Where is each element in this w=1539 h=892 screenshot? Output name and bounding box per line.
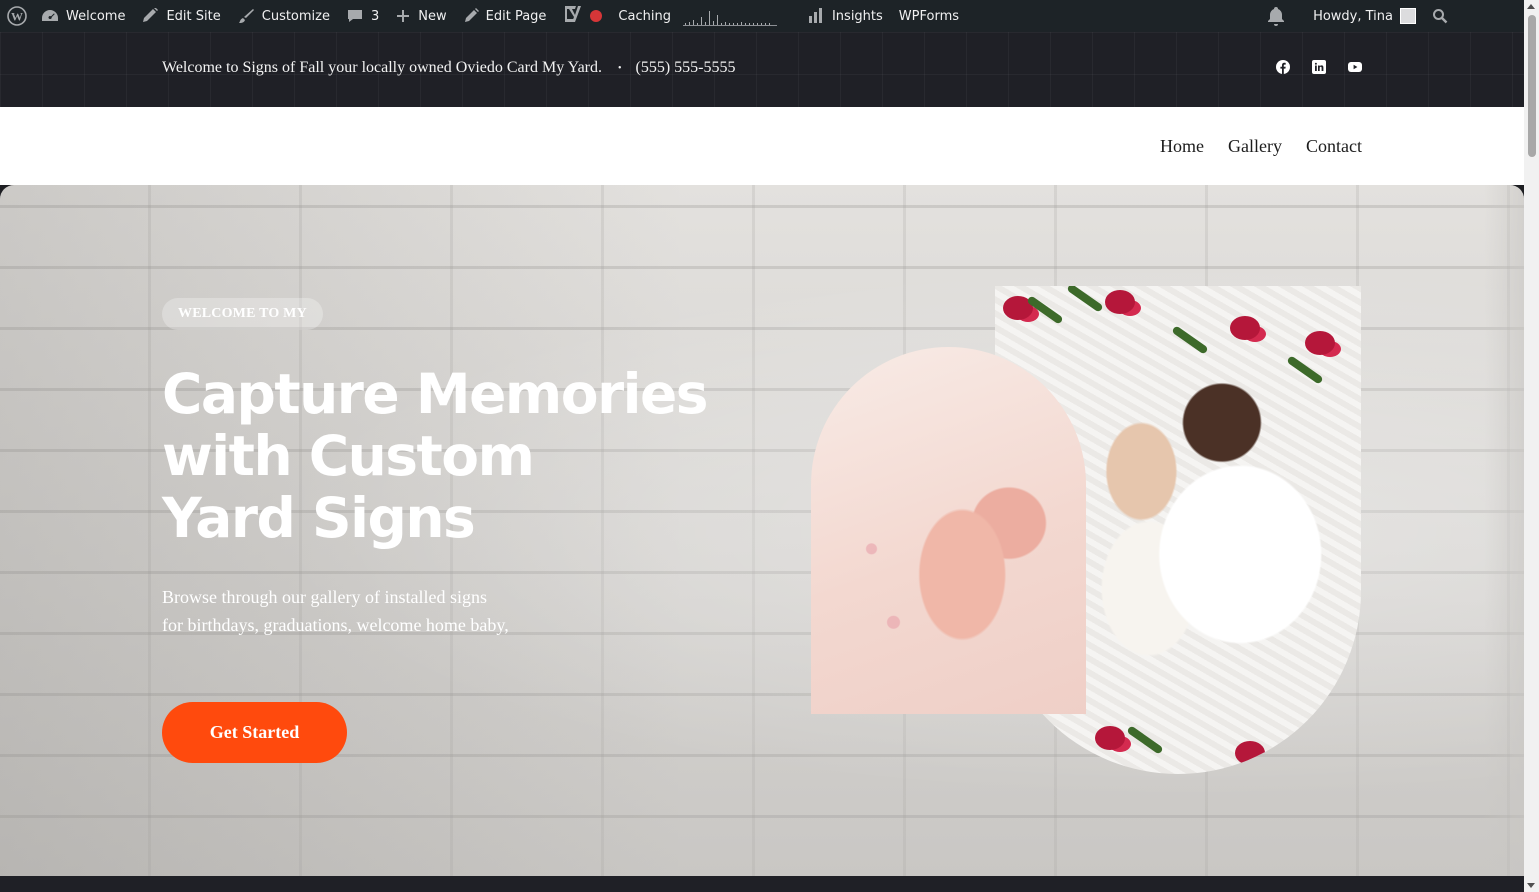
scroll-up-icon[interactable]	[1527, 4, 1535, 9]
hero-description: Browse through our gallery of installed …	[162, 583, 522, 639]
howdy-label: Howdy, Tina	[1313, 8, 1393, 24]
record-dot-icon	[590, 10, 603, 22]
phone-number[interactable]: (555) 555-5555	[636, 59, 736, 77]
avatar	[1400, 8, 1416, 24]
nav-gallery[interactable]: Gallery	[1228, 136, 1282, 157]
get-started-button[interactable]: Get Started	[162, 702, 347, 763]
paintbrush-icon	[237, 8, 255, 24]
adminbar-comments-count: 3	[371, 8, 380, 24]
brush-icon	[141, 8, 159, 24]
adminbar-search-icon[interactable]	[1424, 0, 1524, 32]
adminbar-customize[interactable]: Customize	[229, 0, 338, 32]
adminbar-customize-label: Customize	[261, 8, 330, 24]
wp-admin-bar: W Welcome Edit Site Customize 3 New Edit…	[0, 0, 1524, 32]
scroll-thumb[interactable]	[1528, 15, 1536, 157]
description-line-1: Browse through our gallery of installed …	[162, 587, 487, 607]
top-info-text: Welcome to Signs of Fall your locally ow…	[162, 59, 736, 77]
hero-section: WELCOME TO MY Capture Memories with Cust…	[0, 185, 1524, 876]
pencil-icon	[463, 8, 479, 24]
comment-icon	[346, 8, 364, 24]
adminbar-welcome-label: Welcome	[66, 8, 126, 24]
traffic-sparkline	[682, 6, 777, 26]
adminbar-edit-site-label: Edit Site	[166, 8, 221, 24]
next-section-edge	[0, 876, 1524, 892]
bar-chart-icon	[807, 8, 825, 24]
scroll-down-icon[interactable]	[1527, 883, 1535, 888]
baby-feet-photo	[811, 347, 1086, 714]
social-links	[1276, 60, 1362, 74]
plus-icon	[395, 8, 411, 24]
adminbar-wpforms-label: WPForms	[898, 8, 960, 24]
adminbar-edit-site[interactable]: Edit Site	[133, 0, 228, 32]
headline-line-3: Yard Signs	[162, 486, 476, 550]
adminbar-welcome[interactable]: Welcome	[33, 0, 133, 32]
linkedin-icon[interactable]	[1312, 60, 1326, 74]
svg-text:W: W	[11, 10, 23, 24]
adminbar-insights[interactable]: Insights	[799, 0, 891, 32]
top-info-bar: Welcome to Signs of Fall your locally ow…	[0, 32, 1524, 107]
notifications-bell-icon[interactable]	[1259, 0, 1305, 32]
adminbar-wpforms[interactable]: WPForms	[891, 0, 967, 32]
page-scrollbar[interactable]	[1524, 0, 1539, 892]
adminbar-edit-page[interactable]: Edit Page	[455, 0, 555, 32]
main-navigation: Home Gallery Contact	[1160, 136, 1362, 157]
welcome-message: Welcome to Signs of Fall your locally ow…	[162, 59, 602, 76]
adminbar-caching-label: Caching	[618, 8, 671, 24]
facebook-icon[interactable]	[1276, 60, 1290, 74]
headline-line-2: with Custom	[162, 424, 535, 488]
adminbar-account[interactable]: Howdy, Tina	[1305, 0, 1424, 32]
site-header: Home Gallery Contact	[0, 107, 1524, 185]
nav-home[interactable]: Home	[1160, 136, 1204, 157]
adminbar-caching[interactable]: Caching	[610, 0, 799, 32]
youtube-icon[interactable]	[1348, 60, 1362, 74]
adminbar-comments[interactable]: 3	[338, 0, 387, 32]
yoast-icon	[562, 5, 582, 27]
wordpress-logo-icon[interactable]: W	[0, 0, 33, 32]
info-separator: •	[618, 62, 622, 74]
adminbar-insights-label: Insights	[831, 8, 883, 24]
nav-contact[interactable]: Contact	[1306, 136, 1362, 157]
adminbar-new[interactable]: New	[387, 0, 454, 32]
hero-edge-shade	[1484, 185, 1524, 876]
headline-line-1: Capture Memories	[162, 362, 709, 426]
adminbar-secondary: Howdy, Tina	[1259, 0, 1524, 32]
adminbar-yoast[interactable]	[554, 0, 610, 32]
adminbar-edit-page-label: Edit Page	[485, 8, 547, 24]
description-line-2: for birthdays, graduations, welcome home…	[162, 615, 509, 635]
hero-headline: Capture Memories with Custom Yard Signs	[162, 363, 722, 549]
dashboard-icon	[41, 8, 59, 24]
welcome-badge: WELCOME TO MY	[162, 298, 323, 330]
adminbar-new-label: New	[418, 8, 447, 24]
